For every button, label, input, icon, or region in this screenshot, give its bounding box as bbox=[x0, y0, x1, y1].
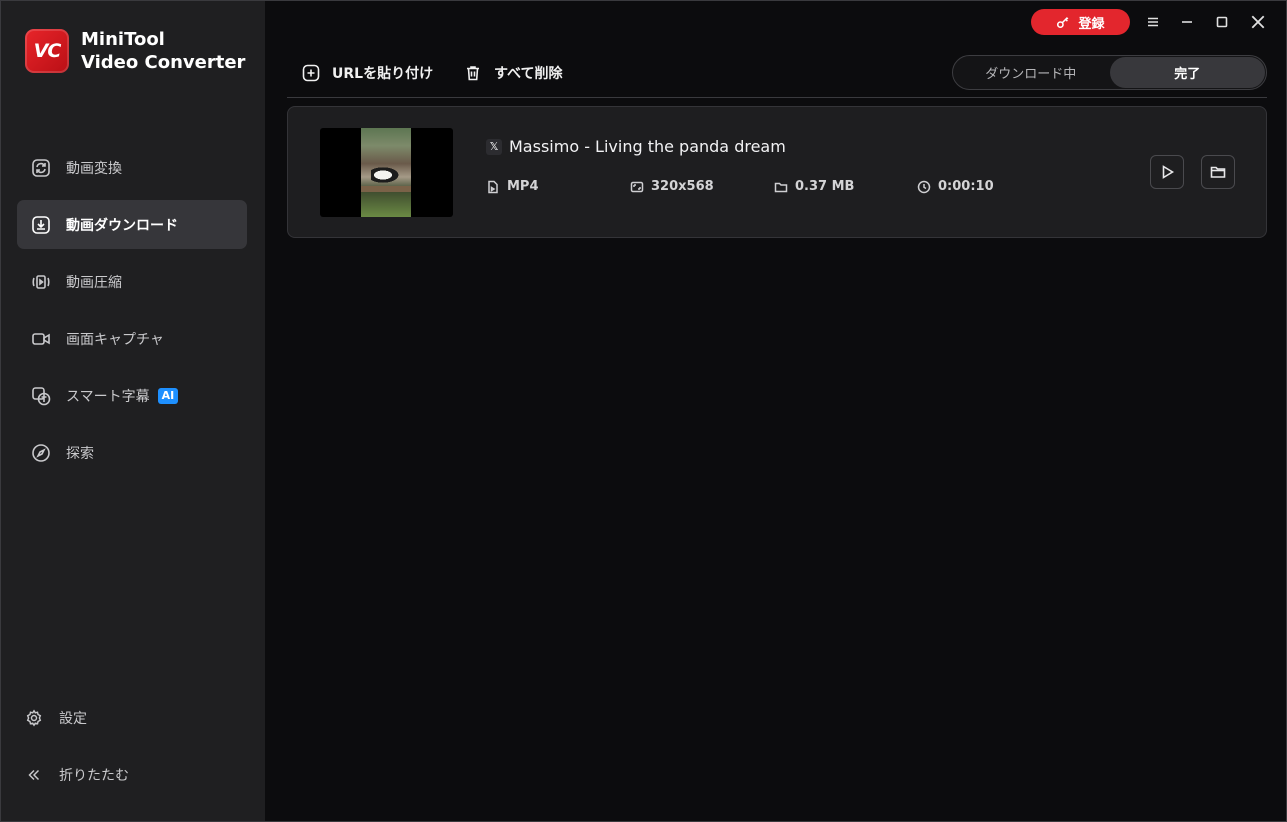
ai-badge: AI bbox=[157, 387, 179, 404]
subtitle-icon bbox=[31, 386, 51, 406]
settings-button[interactable]: 設定 bbox=[11, 698, 245, 738]
menu-button[interactable] bbox=[1142, 11, 1164, 33]
bottom-nav: 設定 折りたたむ bbox=[25, 698, 245, 795]
logo-mark-text: VC bbox=[33, 40, 62, 62]
clock-icon bbox=[917, 180, 931, 193]
paste-url-label: URLを貼り付け bbox=[332, 66, 434, 82]
sidebar-item-screen-capture[interactable]: 画面キャプチャ bbox=[17, 314, 247, 363]
delete-all-button[interactable]: すべて削除 bbox=[464, 62, 562, 84]
collapse-button[interactable]: 折りたたむ bbox=[11, 755, 245, 795]
sidebar-nav: 動画変換 動画ダウンロード 動画圧縮 画面キャプチャ スマート字幕 AI 探索 bbox=[17, 143, 247, 485]
sidebar: VC MiniTool Video Converter 動画変換 動画ダウンロー… bbox=[1, 1, 265, 821]
maximize-icon bbox=[1216, 16, 1228, 28]
logo-mark-icon: VC bbox=[25, 29, 69, 73]
video-thumbnail[interactable] bbox=[320, 128, 453, 217]
sidebar-item-video-compress[interactable]: 動画圧縮 bbox=[17, 257, 247, 306]
compass-icon bbox=[31, 443, 51, 463]
video-format: MP4 bbox=[486, 179, 539, 194]
tab-downloading[interactable]: ダウンロード中 bbox=[953, 56, 1109, 89]
sidebar-item-label: 探索 bbox=[66, 445, 94, 462]
minimize-icon bbox=[1182, 21, 1192, 23]
video-file-icon bbox=[488, 180, 498, 193]
compress-icon bbox=[31, 272, 51, 292]
folder-open-icon bbox=[1210, 166, 1226, 178]
collapse-label: 折りたたむ bbox=[59, 768, 129, 784]
video-title-row: 𝕏 Massimo - Living the panda dream bbox=[486, 137, 786, 156]
sidebar-item-label: 動画圧縮 bbox=[66, 274, 122, 291]
size-value: 0.37 MB bbox=[795, 179, 855, 194]
video-title: Massimo - Living the panda dream bbox=[509, 137, 786, 156]
key-icon bbox=[1057, 17, 1069, 29]
download-item: 𝕏 Massimo - Living the panda dream MP4 3… bbox=[287, 106, 1267, 238]
app-name-line1: MiniTool bbox=[81, 29, 165, 50]
sidebar-item-label: 動画変換 bbox=[66, 160, 122, 177]
sidebar-item-video-convert[interactable]: 動画変換 bbox=[17, 143, 247, 192]
delete-all-label: すべて削除 bbox=[494, 66, 563, 82]
play-button[interactable] bbox=[1150, 155, 1184, 189]
sidebar-item-video-download[interactable]: 動画ダウンロード bbox=[17, 200, 247, 249]
hamburger-icon bbox=[1148, 17, 1158, 27]
register-button[interactable]: 登録 bbox=[1031, 9, 1130, 35]
close-button[interactable] bbox=[1247, 11, 1269, 33]
app-name-line2: Video Converter bbox=[81, 52, 246, 73]
sidebar-item-smart-subtitle[interactable]: スマート字幕 AI bbox=[17, 371, 247, 420]
double-chevron-left-icon bbox=[28, 769, 40, 781]
tab-completed[interactable]: 完了 bbox=[1109, 57, 1265, 88]
folder-icon bbox=[774, 182, 788, 192]
toolbar-divider bbox=[287, 97, 1267, 98]
thumbnail-image bbox=[361, 128, 411, 217]
thumbnail-table-shape bbox=[361, 186, 411, 192]
video-size: 0.37 MB bbox=[774, 179, 854, 194]
thumbnail-panda-shape bbox=[371, 166, 401, 184]
download-status-tabs: ダウンロード中 完了 bbox=[952, 55, 1267, 90]
sidebar-item-label: スマート字幕 bbox=[66, 388, 150, 405]
settings-label: 設定 bbox=[59, 711, 87, 727]
open-folder-button[interactable] bbox=[1201, 155, 1235, 189]
resolution-icon bbox=[630, 181, 644, 192]
close-icon bbox=[1251, 15, 1265, 29]
resolution-value: 320x568 bbox=[651, 179, 714, 194]
register-label: 登録 bbox=[1078, 16, 1105, 32]
sidebar-item-label: 動画ダウンロード bbox=[66, 217, 178, 234]
plus-circle-icon bbox=[302, 64, 320, 82]
app-name: MiniTool Video Converter bbox=[81, 28, 245, 74]
play-icon bbox=[1162, 165, 1175, 179]
gear-icon bbox=[26, 709, 42, 727]
video-duration: 0:00:10 bbox=[917, 179, 994, 194]
download-icon bbox=[31, 215, 51, 235]
x-icon: 𝕏 bbox=[486, 138, 502, 155]
app-logo: VC MiniTool Video Converter bbox=[25, 28, 245, 74]
format-value: MP4 bbox=[507, 179, 539, 194]
sidebar-item-label: 画面キャプチャ bbox=[66, 331, 164, 348]
refresh-icon bbox=[31, 158, 51, 178]
app-window: VC MiniTool Video Converter 動画変換 動画ダウンロー… bbox=[0, 0, 1287, 822]
maximize-button[interactable] bbox=[1211, 11, 1233, 33]
minimize-button[interactable] bbox=[1176, 11, 1198, 33]
trash-icon bbox=[467, 66, 479, 81]
paste-url-button[interactable]: URLを貼り付け bbox=[302, 62, 433, 84]
sidebar-item-explore[interactable]: 探索 bbox=[17, 428, 247, 477]
camera-icon bbox=[31, 329, 51, 349]
video-resolution: 320x568 bbox=[630, 179, 714, 194]
duration-value: 0:00:10 bbox=[938, 179, 994, 194]
